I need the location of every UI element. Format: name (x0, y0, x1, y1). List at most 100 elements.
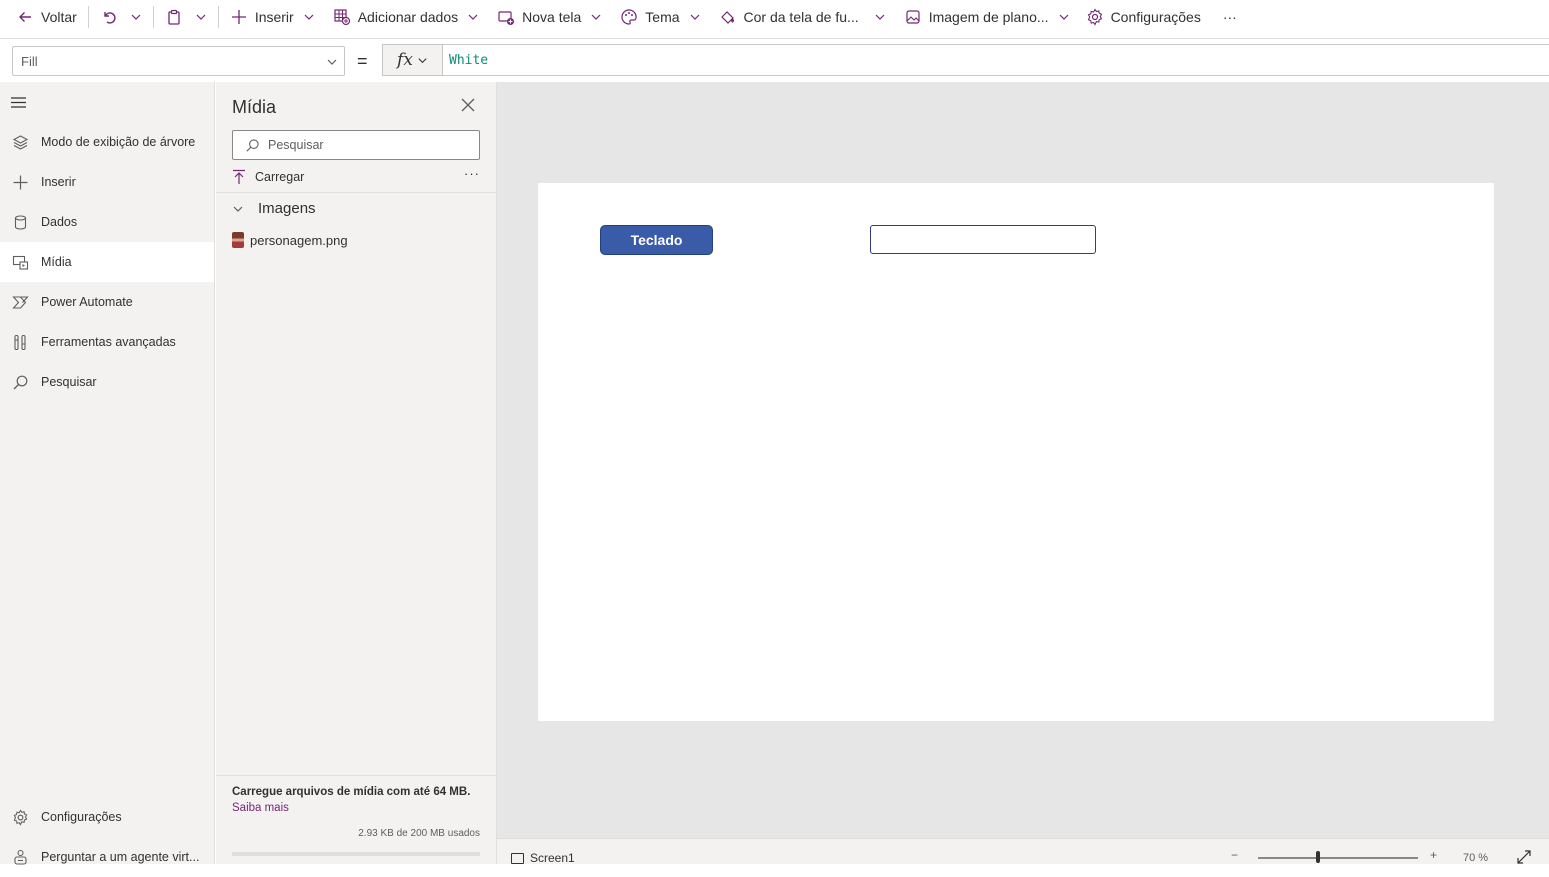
background-image-button[interactable]: Imagem de plano... (902, 0, 1072, 33)
fx-label: fx (397, 50, 413, 70)
plus-icon (0, 174, 40, 191)
chevron-down-icon (1058, 11, 1070, 23)
canvas-area: Teclado (497, 82, 1549, 838)
nav-label: Mídia (41, 255, 72, 269)
formula-input[interactable]: White (442, 44, 1549, 76)
paint-bucket-icon (719, 8, 737, 26)
storage-usage-text: 2.93 KB de 200 MB usados (358, 828, 480, 839)
file-name: personagem.png (250, 232, 348, 248)
toolbar-divider (152, 5, 154, 28)
chevron-down-icon (303, 11, 315, 23)
paste-button[interactable] (163, 0, 185, 33)
database-icon (0, 214, 40, 231)
property-dropdown[interactable]: Fill (12, 46, 345, 76)
command-bar: Voltar Inserir Adicionar dados Nova tela… (0, 0, 1549, 33)
nav-power-automate[interactable]: Power Automate (0, 282, 214, 322)
back-button[interactable]: Voltar (14, 0, 79, 33)
insert-button[interactable]: Inserir (228, 0, 317, 33)
more-icon: ··· (1222, 8, 1237, 25)
media-icon (0, 254, 40, 271)
toolbar-divider (87, 5, 89, 28)
bot-icon (0, 849, 40, 866)
text-input-control[interactable] (870, 225, 1096, 254)
new-screen-label: Nova tela (522, 8, 582, 25)
undo-dropdown[interactable] (128, 0, 144, 33)
media-footer: Carregue arquivos de mídia com até 64 MB… (216, 775, 496, 864)
chevron-down-icon (417, 55, 428, 66)
nav-virtual-agent[interactable]: Perguntar a um agente virt... (0, 837, 214, 877)
nav-settings[interactable]: Configurações (0, 797, 214, 837)
expand-icon[interactable] (1517, 850, 1531, 864)
more-commands-button[interactable]: ··· (1221, 0, 1239, 33)
chevron-down-icon (326, 56, 338, 68)
fx-button[interactable]: fx (382, 44, 442, 76)
background-color-button[interactable]: Cor da tela de fu... (717, 0, 888, 33)
property-value: Fill (21, 54, 38, 69)
add-data-button[interactable]: Adicionar dados (331, 0, 481, 33)
theme-label: Tema (645, 8, 680, 25)
status-bar: Screen1 − + 70 % (497, 838, 1549, 865)
search-placeholder: Pesquisar (268, 138, 324, 152)
nav-label: Perguntar a um agente virt... (41, 850, 200, 864)
zoom-slider-thumb[interactable] (1316, 851, 1320, 863)
media-file-item[interactable]: personagem.png (232, 232, 348, 248)
paste-dropdown[interactable] (193, 0, 209, 33)
back-label: Voltar (41, 8, 77, 25)
new-screen-icon (497, 8, 515, 26)
upload-limit-text: Carregue arquivos de mídia com até 64 MB… (232, 786, 471, 798)
nav-advanced-tools[interactable]: Ferramentas avançadas (0, 322, 214, 362)
divider (216, 192, 496, 193)
add-data-label: Adicionar dados (357, 8, 459, 25)
chevron-down-icon (232, 203, 244, 215)
nav-insert[interactable]: Inserir (0, 162, 214, 202)
theme-button[interactable]: Tema (618, 0, 702, 33)
pane-title: Mídia (232, 97, 277, 117)
nav-label: Power Automate (41, 295, 133, 309)
chevron-down-icon (195, 11, 207, 23)
insert-label: Inserir (254, 8, 294, 25)
keyboard-button[interactable]: Teclado (600, 225, 713, 255)
image-icon (904, 8, 922, 26)
search-icon (0, 374, 40, 391)
nav-search[interactable]: Pesquisar (0, 362, 214, 402)
hamburger-icon[interactable] (10, 94, 27, 111)
nav-label: Configurações (41, 810, 122, 824)
screen-selector[interactable]: Screen1 (511, 851, 575, 865)
learn-more-link[interactable]: Saiba mais (232, 802, 289, 814)
close-icon[interactable] (461, 98, 475, 112)
nav-data[interactable]: Dados (0, 202, 214, 242)
nav-label: Dados (41, 215, 78, 229)
settings-button[interactable]: Configurações (1084, 0, 1203, 33)
storage-usage-bar (232, 852, 480, 856)
search-icon (245, 138, 260, 153)
layers-icon (0, 134, 40, 151)
zoom-level: 70 % (1463, 852, 1489, 864)
arrow-left-icon (16, 8, 34, 26)
upload-button[interactable]: Carregar (255, 170, 304, 184)
zoom-in-button[interactable]: + (1430, 848, 1437, 862)
clipboard-icon (165, 8, 183, 26)
undo-icon (100, 8, 118, 26)
nav-tree-view[interactable]: Modo de exibição de árvore (0, 122, 214, 162)
chevron-down-icon (130, 11, 142, 23)
screen-icon (511, 852, 524, 864)
toolbar-divider (217, 5, 219, 28)
app-screen[interactable]: Teclado (538, 183, 1494, 721)
upload-row: Carregar ··· (232, 166, 480, 188)
nav-label: Ferramentas avançadas (41, 335, 176, 349)
media-pane: Mídia Pesquisar Carregar ··· Imagens per… (216, 82, 497, 864)
undo-button[interactable] (98, 0, 120, 33)
zoom-slider[interactable] (1258, 857, 1418, 859)
formula-bar: Fill = fx White (0, 38, 1549, 82)
media-search-input[interactable]: Pesquisar (232, 130, 480, 160)
nav-media[interactable]: Mídia (0, 242, 214, 282)
images-group-header[interactable]: Imagens (232, 200, 316, 217)
table-add-icon (333, 8, 351, 26)
nav-label: Inserir (41, 175, 76, 189)
gear-icon (1086, 7, 1104, 26)
upload-icon[interactable] (232, 169, 246, 185)
more-options-button[interactable]: ··· (464, 166, 480, 181)
new-screen-button[interactable]: Nova tela (495, 0, 604, 33)
plus-icon (230, 8, 248, 26)
zoom-out-button[interactable]: − (1231, 848, 1238, 862)
